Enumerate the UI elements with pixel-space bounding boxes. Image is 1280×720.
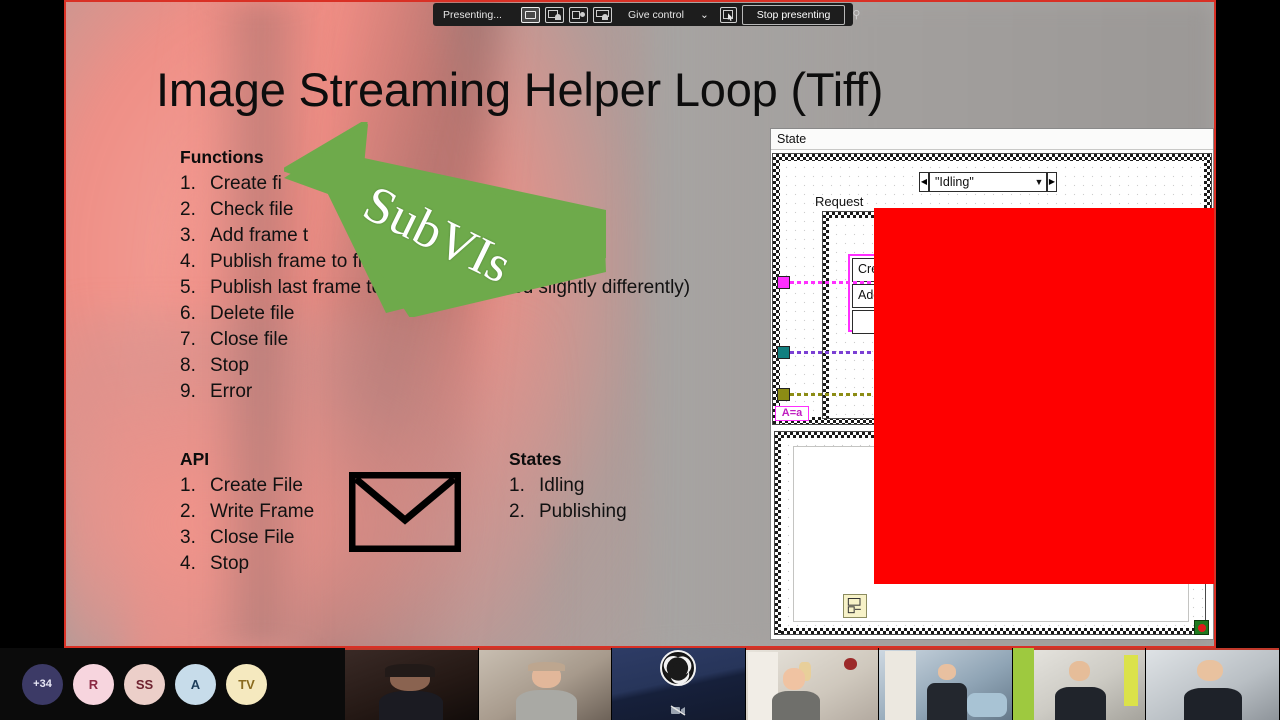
layout-content-standout-icon[interactable] bbox=[544, 6, 564, 23]
avatar-overflow[interactable]: +34 bbox=[22, 663, 63, 705]
shift-register-magenta bbox=[777, 276, 790, 289]
camera-off-icon bbox=[671, 705, 686, 716]
obs-logo-icon bbox=[660, 650, 697, 687]
chevron-down-icon[interactable]: ▼ bbox=[1032, 177, 1046, 187]
functions-heading: Functions bbox=[180, 147, 264, 167]
layout-content-reporter-icon[interactable] bbox=[592, 6, 612, 23]
list-item: 1. Create File bbox=[180, 475, 303, 496]
api-list: 1. Create File 2. Write Frame 3. Close File… bbox=[180, 473, 314, 577]
participant-tile-4[interactable] bbox=[879, 648, 1013, 720]
labview-window-title: State bbox=[771, 129, 1213, 150]
list-item: 6. Delete file bbox=[180, 303, 295, 324]
shift-register-teal bbox=[777, 346, 790, 359]
functions-list: 1. Create fi 2. Check file 3. Add frame t 4… bbox=[180, 171, 690, 405]
request-label: Request bbox=[815, 194, 864, 209]
give-control-label: Give control bbox=[627, 8, 684, 21]
states-section: States 1. Idling 2. Publishing bbox=[509, 449, 627, 525]
list-item: 8. Stop bbox=[180, 355, 250, 376]
states-heading: States bbox=[509, 449, 562, 469]
chevron-down-icon[interactable]: ⌄ bbox=[700, 9, 709, 21]
comparison-node[interactable]: A=a bbox=[775, 406, 809, 421]
envelope-icon bbox=[349, 472, 461, 552]
list-item: 4. Stop bbox=[180, 553, 250, 574]
video-tile-strip bbox=[345, 648, 1280, 720]
avatar[interactable]: TV bbox=[226, 663, 267, 705]
states-list: 1. Idling 2. Publishing bbox=[509, 473, 627, 525]
stop-presenting-button[interactable]: Stop presenting bbox=[741, 4, 846, 25]
state-case-prev-arrow[interactable]: ◀ bbox=[919, 172, 929, 192]
list-item: 3. Add frame t bbox=[180, 225, 309, 246]
avatar[interactable]: R bbox=[73, 663, 114, 705]
red-x-annotation bbox=[874, 208, 1214, 584]
functions-section: Functions 1. Create fi 2. Check file 3. Add… bbox=[180, 147, 690, 405]
state-case-selector[interactable]: "Idling" ▼ bbox=[929, 172, 1047, 192]
api-section: API 1. Create File 2. Write Frame 3. Close … bbox=[180, 449, 314, 577]
shift-register-olive bbox=[777, 388, 790, 401]
participant-tile-1[interactable] bbox=[345, 648, 479, 720]
layout-content-side-by-side-icon[interactable] bbox=[568, 6, 588, 23]
participant-filmstrip: +34 R SS A TV bbox=[0, 648, 1280, 720]
share-cursor-icon[interactable] bbox=[719, 6, 737, 23]
avatar[interactable]: A bbox=[175, 663, 216, 705]
participant-tile-6[interactable] bbox=[1146, 648, 1280, 720]
list-item: 9. Error bbox=[180, 381, 253, 402]
participant-tile-2[interactable] bbox=[478, 648, 613, 720]
list-item: 3. Close File bbox=[180, 527, 295, 548]
list-item: 2. Check file bbox=[180, 199, 294, 220]
participant-tile-obs[interactable] bbox=[612, 648, 746, 720]
list-item: 7. Close file bbox=[180, 329, 289, 350]
participant-tile-3[interactable] bbox=[745, 648, 880, 720]
list-item: 2. Write Frame bbox=[180, 501, 315, 522]
list-item: 1. Create fi bbox=[180, 173, 282, 194]
presenting-status-label: Presenting... bbox=[443, 8, 502, 21]
avatar[interactable]: SS bbox=[124, 663, 165, 705]
list-item: 1. Idling bbox=[509, 475, 585, 496]
meeting-screen: Image Streaming Helper Loop (Tiff) Funct… bbox=[0, 0, 1280, 720]
avatar-group: +34 R SS A TV bbox=[0, 648, 345, 720]
layout-content-only-icon[interactable] bbox=[520, 6, 540, 23]
shared-screen-region: Image Streaming Helper Loop (Tiff) Funct… bbox=[64, 0, 1216, 648]
state-case-next-arrow[interactable]: ▶ bbox=[1047, 172, 1057, 192]
give-control-dropdown[interactable]: Give control ⌄ bbox=[622, 7, 715, 23]
api-heading: API bbox=[180, 449, 210, 469]
participant-tile-5[interactable] bbox=[1012, 648, 1147, 720]
pin-icon[interactable]: ⚲ bbox=[850, 8, 862, 21]
presenting-toolbar: Presenting... Give control ⌄ Stop presen… bbox=[433, 3, 860, 26]
file-io-node-icon[interactable] bbox=[843, 594, 867, 618]
stop-button-node[interactable] bbox=[1194, 620, 1209, 635]
list-item: 5. Publish last frame to file (last frame… bbox=[180, 277, 691, 298]
list-item: 4. Publish frame to file bbox=[180, 251, 377, 272]
list-item: 2. Publishing bbox=[509, 501, 627, 522]
slide-title: Image Streaming Helper Loop (Tiff) bbox=[156, 63, 884, 116]
